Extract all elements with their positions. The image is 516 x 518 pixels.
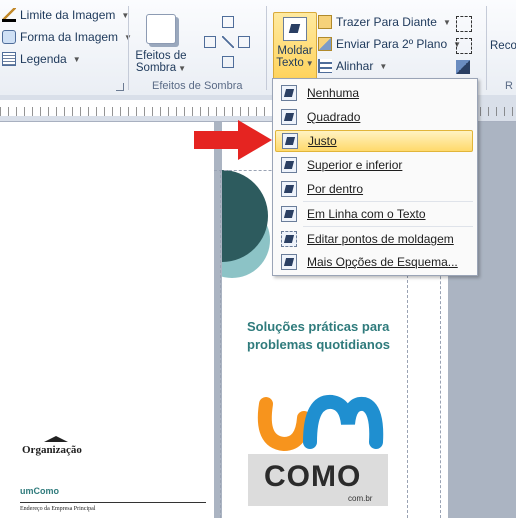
wrap-text-menu: Nenhuma Quadrado Justo Superior e inferi… — [272, 78, 478, 276]
menu-separator — [303, 201, 473, 202]
nudge-right-icon[interactable] — [238, 36, 250, 48]
picture-border-button[interactable]: Limite da Imagem ▼ — [2, 8, 129, 22]
logo-text: COMO — [264, 460, 362, 493]
toggle-shadow-icon[interactable] — [222, 36, 234, 48]
nudge-up-icon[interactable] — [222, 16, 234, 28]
caption-button[interactable]: Legenda ▼ — [2, 52, 81, 66]
divider — [20, 502, 206, 503]
send-backward-button[interactable]: Enviar Para 2º Plano ▼ — [318, 37, 461, 51]
right-group-label: R — [505, 80, 513, 92]
dialog-launcher-icon[interactable] — [116, 83, 124, 91]
menu-item-more-layout-options[interactable]: Mais Opções de Esquema... — [275, 251, 473, 273]
page-headline: Soluções práticas para problemas quotidi… — [247, 319, 391, 352]
edit-wrap-points-icon — [281, 231, 297, 247]
menu-item-top-bottom[interactable]: Superior e inferior — [275, 154, 473, 176]
shape-icon — [2, 30, 16, 44]
wrap-text-icon — [283, 17, 307, 41]
shadow-effects-label-1: Efeitos de — [135, 50, 187, 62]
picture-shape-label: Forma da Imagem — [20, 30, 119, 44]
chevron-down-icon: ▼ — [379, 61, 388, 71]
chevron-down-icon: ▼ — [72, 54, 81, 64]
picture-border-label: Limite da Imagem — [20, 8, 116, 22]
wrap-text-label-2: Texto ▼ — [276, 57, 314, 69]
picture-shape-button[interactable]: Forma da Imagem ▼ — [2, 30, 132, 44]
nudge-shadow-controls[interactable] — [202, 14, 250, 70]
menu-item-none[interactable]: Nenhuma — [275, 82, 473, 104]
layout-guide — [220, 170, 221, 518]
send-backward-label: Enviar Para 2º Plano — [336, 37, 448, 51]
shadow-effects-button[interactable]: Efeitos de Sombra ▼ — [132, 14, 190, 75]
wrap-inline-icon — [281, 206, 297, 222]
organization-name: Organização — [22, 444, 82, 456]
bring-forward-icon — [318, 15, 332, 29]
logo-subtext: com.br — [348, 494, 373, 503]
wrap-through-icon — [281, 181, 297, 197]
group-separator — [266, 6, 267, 90]
chevron-down-icon: ▼ — [442, 17, 451, 27]
company-name: umComo — [20, 486, 59, 496]
shadow-effects-group-label: Efeitos de Sombra — [152, 80, 243, 92]
menu-separator — [303, 226, 473, 227]
caption-icon — [2, 52, 16, 66]
align-label: Alinhar — [336, 59, 374, 73]
recolor-button[interactable]: Reco — [490, 40, 516, 52]
menu-item-tight[interactable]: Justo — [275, 130, 473, 152]
org-logo-icon — [44, 436, 68, 442]
umcomo-logo: COMO com.br — [248, 390, 388, 508]
nudge-left-icon[interactable] — [204, 36, 216, 48]
shadow-icon — [146, 14, 176, 44]
caption-label: Legenda — [20, 52, 67, 66]
menu-item-square[interactable]: Quadrado — [275, 106, 473, 128]
group-separator — [486, 6, 487, 90]
send-backward-icon — [318, 37, 332, 51]
logo-mark-icon — [257, 395, 384, 452]
wrap-tight-icon — [282, 133, 298, 149]
menu-item-edit-wrap-points[interactable]: Editar pontos de moldagem — [275, 228, 473, 250]
align-icon — [318, 59, 332, 73]
menu-item-inline[interactable]: Em Linha com o Texto — [275, 203, 473, 225]
recolor-label: Reco — [490, 40, 516, 52]
group-objects-icon[interactable] — [456, 16, 472, 32]
ungroup-objects-icon[interactable] — [456, 38, 472, 54]
wrap-text-label-1: Moldar — [277, 45, 313, 57]
wrap-top-bottom-icon — [281, 157, 297, 173]
nudge-down-icon[interactable] — [222, 56, 234, 68]
wrap-square-icon — [281, 109, 297, 125]
group-separator — [128, 6, 129, 90]
menu-item-through[interactable]: Por dentro — [275, 178, 473, 200]
pencil-icon — [2, 8, 16, 22]
layout-options-icon — [281, 254, 297, 270]
company-address: Endereço da Empresa Principal — [20, 506, 96, 512]
align-button[interactable]: Alinhar ▼ — [318, 59, 387, 73]
red-arrow-icon — [194, 120, 272, 160]
bring-forward-button[interactable]: Trazer Para Diante ▼ — [318, 15, 451, 29]
bring-forward-label: Trazer Para Diante — [336, 15, 437, 29]
page-left: Organização umComo Endereço da Empresa P… — [0, 122, 214, 518]
wrap-text-button[interactable]: Moldar Texto ▼ — [273, 12, 317, 80]
rotate-icon[interactable] — [456, 60, 470, 74]
shadow-effects-label-2: Sombra ▼ — [135, 62, 187, 74]
wrap-none-icon — [281, 85, 297, 101]
